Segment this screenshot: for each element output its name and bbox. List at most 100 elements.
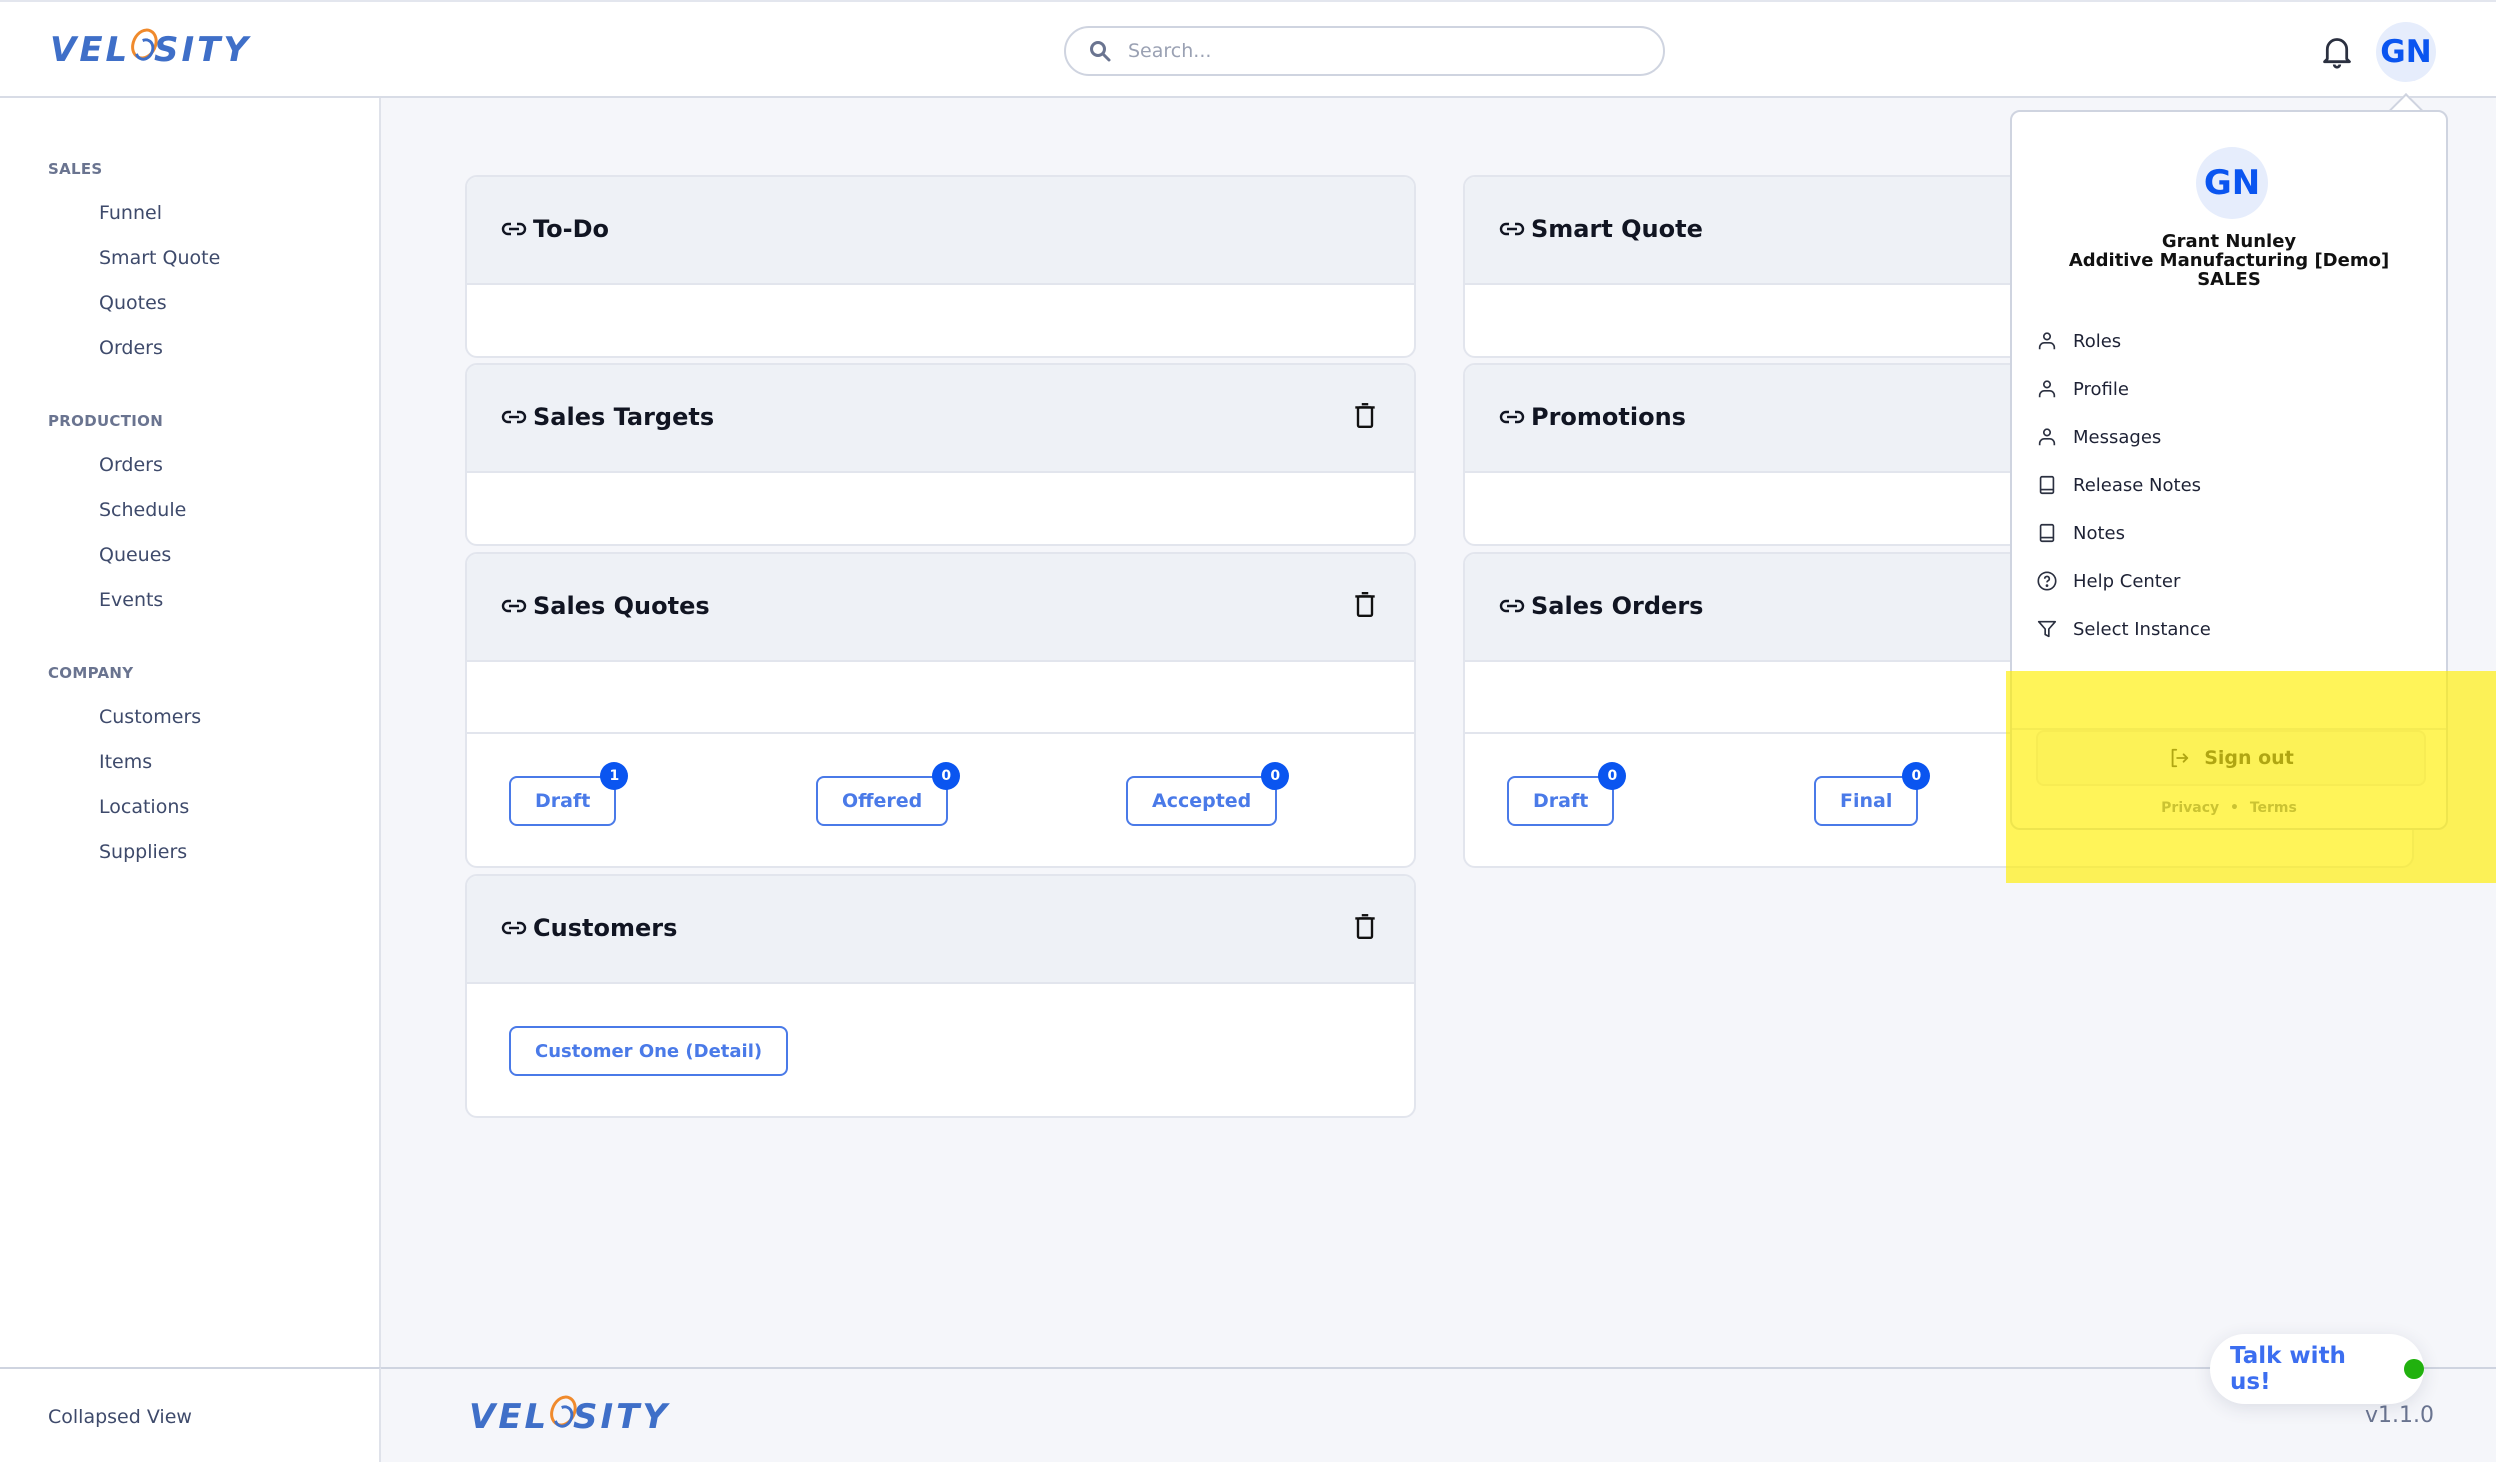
- count-badge: 0: [1598, 762, 1627, 790]
- card-title-link[interactable]: Promotions: [1499, 403, 1686, 431]
- todo-card: To-Do: [465, 175, 1416, 358]
- privacy-link[interactable]: Privacy: [2161, 800, 2219, 816]
- legal-links: Privacy • Terms: [2012, 800, 2446, 816]
- search-input[interactable]: [1128, 40, 1648, 62]
- help-circle-icon: [2037, 571, 2057, 591]
- sidebar-footer: Collapsed View: [0, 1367, 381, 1462]
- sign-out-button[interactable]: Sign out: [2036, 730, 2426, 786]
- sidebar-item-quotes[interactable]: Quotes: [99, 292, 167, 314]
- menu-item-label: Roles: [2073, 330, 2122, 352]
- link-icon: [501, 921, 527, 935]
- sidebar-item-schedule[interactable]: Schedule: [99, 499, 186, 521]
- search-bar[interactable]: [1064, 26, 1665, 76]
- menu-item-select-instance[interactable]: Select Instance: [2036, 618, 2211, 640]
- card-title-link[interactable]: Customers: [501, 914, 677, 942]
- link-icon: [1499, 410, 1525, 424]
- logo-text-right: SITY: [573, 1397, 670, 1437]
- collapsed-view-toggle[interactable]: Collapsed View: [48, 1406, 192, 1428]
- user-info: Grant Nunley Additive Manufacturing [Dem…: [2012, 232, 2446, 289]
- sidebar-item-queues[interactable]: Queues: [99, 544, 171, 566]
- menu-item-label: Help Center: [2073, 570, 2181, 592]
- status-label: Offered: [842, 790, 923, 812]
- sidebar-item-events[interactable]: Events: [99, 589, 163, 611]
- link-icon: [1499, 222, 1525, 236]
- card-title: Sales Quotes: [533, 592, 710, 620]
- customer-one-button[interactable]: Customer One (Detail): [509, 1026, 789, 1076]
- sidebar-item-items[interactable]: Items: [99, 751, 152, 773]
- card-header: Sales Targets: [467, 365, 1414, 473]
- sidebar-item-sales-orders[interactable]: Orders: [99, 337, 163, 359]
- order-status-final-button[interactable]: Final 0: [1814, 762, 1931, 826]
- quote-status-accepted-button[interactable]: Accepted 0: [1126, 762, 1290, 826]
- card-title-link[interactable]: Smart Quote: [1499, 215, 1703, 243]
- trash-icon[interactable]: [1354, 401, 1376, 429]
- bell-icon[interactable]: [2320, 34, 2354, 70]
- customers-card: Customers Customer One (Detail): [465, 874, 1416, 1118]
- card-title-link[interactable]: To-Do: [501, 215, 609, 243]
- top-bar: VEL SITY GN: [0, 0, 2496, 98]
- sales-targets-card: Sales Targets: [465, 363, 1416, 546]
- user-menu-dropdown: GN Grant Nunley Additive Manufacturing […: [2010, 110, 2448, 830]
- status-row: Draft 1 Offered 0 Accepted 0: [467, 732, 1414, 860]
- trash-icon[interactable]: [1354, 590, 1376, 618]
- trash-icon[interactable]: [1354, 912, 1376, 940]
- logo-orbit-icon: [130, 36, 154, 63]
- count-badge: 0: [932, 762, 961, 790]
- velocity-logo[interactable]: VEL SITY: [50, 30, 251, 70]
- status-label: Draft: [535, 790, 591, 812]
- menu-item-notes[interactable]: Notes: [2036, 522, 2125, 544]
- order-status-draft-button[interactable]: Draft 0: [1507, 762, 1627, 826]
- menu-item-help-center[interactable]: Help Center: [2036, 570, 2180, 592]
- menu-item-label: Notes: [2073, 522, 2125, 544]
- menu-item-profile[interactable]: Profile: [2036, 378, 2129, 400]
- link-icon: [501, 599, 527, 613]
- card-title: To-Do: [533, 215, 610, 243]
- logo-text-left: VEL: [469, 1397, 550, 1437]
- link-icon: [501, 222, 527, 236]
- sidebar-section-sales: SALES: [48, 160, 103, 178]
- terms-link[interactable]: Terms: [2250, 800, 2297, 816]
- sidebar-item-locations[interactable]: Locations: [99, 796, 189, 818]
- menu-item-label: Profile: [2073, 378, 2129, 400]
- status-label: Draft: [1533, 790, 1589, 812]
- sidebar-item-funnel[interactable]: Funnel: [99, 202, 162, 224]
- filter-icon: [2037, 620, 2057, 638]
- sidebar-item-smart-quote[interactable]: Smart Quote: [99, 247, 220, 269]
- card-title-link[interactable]: Sales Targets: [501, 403, 714, 431]
- sidebar-section-production: PRODUCTION: [48, 412, 164, 430]
- card-title-link[interactable]: Sales Quotes: [501, 592, 710, 620]
- user-role: SALES: [2197, 269, 2261, 290]
- dropdown-avatar: GN: [2196, 147, 2268, 219]
- menu-item-roles[interactable]: Roles: [2036, 330, 2121, 352]
- quote-status-draft-button[interactable]: Draft 1: [509, 762, 629, 826]
- sidebar: SALES Funnel Smart Quote Quotes Orders P…: [0, 98, 381, 1368]
- sidebar-item-production-orders[interactable]: Orders: [99, 454, 163, 476]
- sign-out-icon: [2171, 748, 2189, 768]
- online-status-dot: [2404, 1359, 2424, 1379]
- card-title: Sales Targets: [533, 403, 715, 431]
- card-body: [467, 662, 1414, 732]
- link-icon: [1499, 599, 1525, 613]
- version-label: v1.1.0: [2365, 1403, 2434, 1428]
- logo-text-left: VEL: [50, 30, 131, 70]
- quote-status-offered-button[interactable]: Offered 0: [816, 762, 961, 826]
- sidebar-item-suppliers[interactable]: Suppliers: [99, 841, 187, 863]
- talk-with-us-button[interactable]: Talk with us!: [2210, 1334, 2424, 1404]
- menu-item-messages[interactable]: Messages: [2036, 426, 2161, 448]
- sidebar-item-customers[interactable]: Customers: [99, 706, 201, 728]
- menu-item-release-notes[interactable]: Release Notes: [2036, 474, 2201, 496]
- card-header: To-Do: [467, 177, 1414, 285]
- user-icon: [2038, 380, 2056, 398]
- user-avatar-button[interactable]: GN: [2376, 22, 2436, 82]
- card-title-link[interactable]: Sales Orders: [1499, 592, 1703, 620]
- user-icon: [2038, 332, 2056, 350]
- card-title: Promotions: [1531, 403, 1686, 431]
- status-label: Accepted: [1152, 790, 1252, 812]
- menu-item-label: Select Instance: [2073, 618, 2211, 640]
- count-badge: 0: [1902, 762, 1931, 790]
- legal-separator: •: [2230, 800, 2239, 816]
- chat-label: Talk with us!: [2230, 1343, 2346, 1395]
- card-body: Customer One (Detail): [467, 984, 1414, 1116]
- user-name: Grant Nunley: [2161, 231, 2297, 252]
- card-title: Smart Quote: [1531, 215, 1703, 243]
